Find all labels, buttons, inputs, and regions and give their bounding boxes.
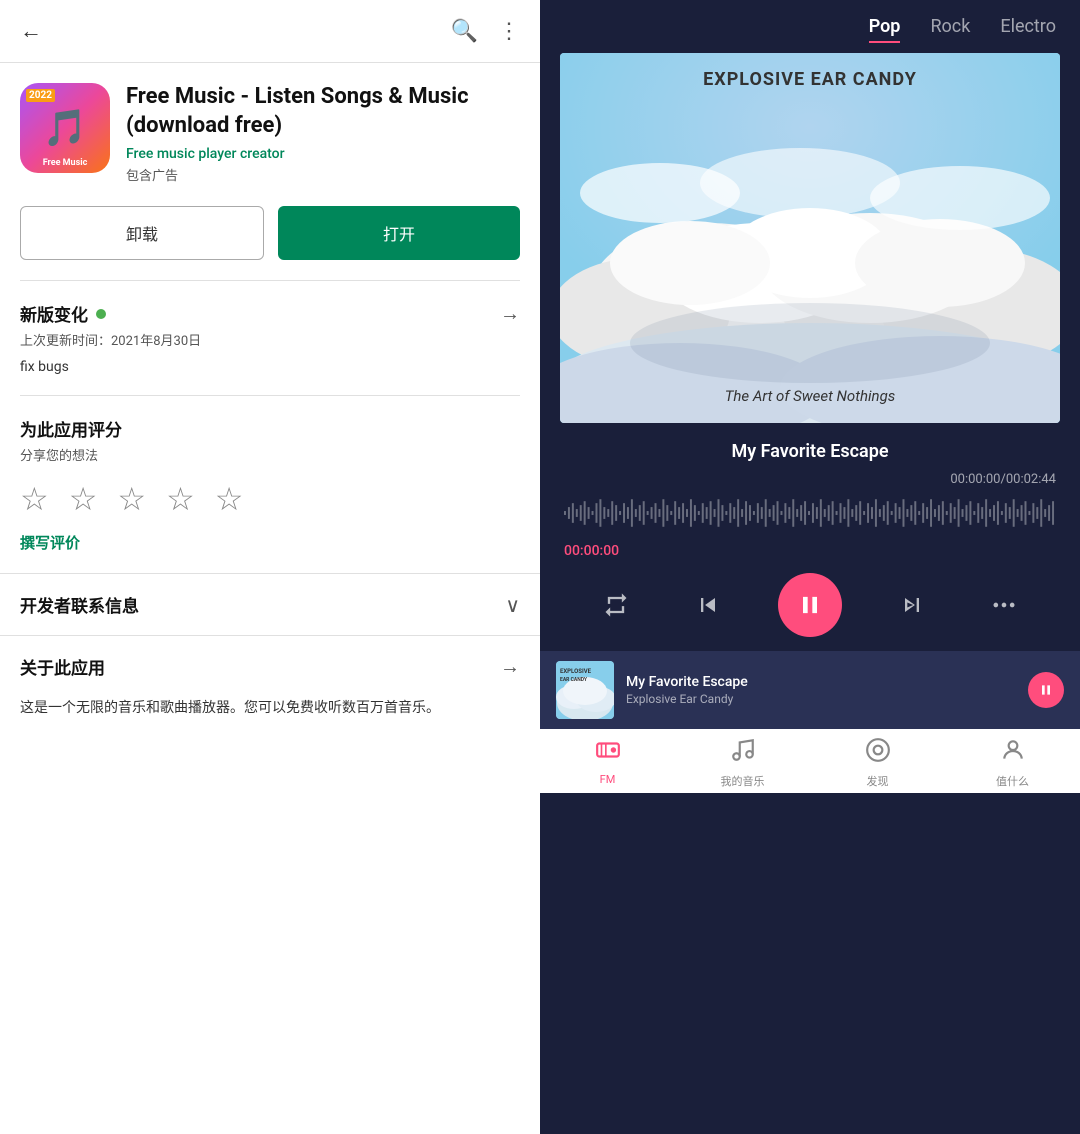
discover-icon (865, 737, 891, 769)
nav-label-fm: FM (600, 773, 616, 786)
tab-electro[interactable]: Electro (1000, 16, 1056, 43)
repeat-button[interactable] (594, 583, 638, 627)
about-title: 关于此应用 (20, 654, 105, 679)
tab-rock[interactable]: Rock (930, 16, 970, 43)
app-developer: Free music player creator (126, 146, 520, 162)
genre-tabs: Pop Rock Electro (540, 0, 1080, 53)
write-review-link[interactable]: 撰写评价 (20, 532, 520, 553)
song-info: My Favorite Escape (540, 423, 1080, 468)
rating-subtitle: 分享您的想法 (20, 445, 520, 464)
previous-button[interactable] (686, 583, 730, 627)
album-art-container: EXPLOSIVE EAR CANDY The Art of Sweet Not… (540, 53, 1080, 423)
music-note-icon: 🎵 (43, 107, 88, 149)
mini-song-info: My Favorite Escape Explosive Ear Candy (626, 674, 1016, 706)
mini-album-art: EXPLOSIVE EAR CANDY (556, 661, 614, 719)
playstore-panel: ← 🔍 ⋮ 2022 🎵 Free Music Free Music - Lis… (0, 0, 540, 1134)
waveform-container[interactable] (540, 487, 1080, 539)
app-info: Free Music - Listen Songs & Music (downl… (126, 83, 520, 184)
more-options-button[interactable] (982, 583, 1026, 627)
song-title: My Favorite Escape (564, 441, 1056, 462)
music-app-panel: Pop Rock Electro (540, 0, 1080, 1134)
rating-title: 为此应用评分 (20, 416, 520, 441)
tab-pop[interactable]: Pop (869, 16, 901, 43)
nav-item-discover[interactable]: 发现 (810, 737, 945, 789)
search-icon[interactable]: 🔍 (451, 19, 478, 44)
changelog-title: 新版变化 (20, 301, 106, 326)
album-subtitle: The Art of Sweet Nothings (560, 387, 1060, 405)
stars-row: ☆ ☆ ☆ ☆ ☆ (20, 480, 520, 518)
top-bar: ← 🔍 ⋮ (0, 0, 540, 63)
my-music-icon (730, 737, 756, 769)
changelog-section: 新版变化 → 上次更新时间：2021年8月30日 fix bugs (0, 281, 540, 395)
back-button[interactable]: ← (20, 18, 42, 44)
developer-chevron[interactable]: ∨ (505, 593, 520, 617)
star-3[interactable]: ☆ (117, 480, 146, 518)
app-ads: 包含广告 (126, 165, 520, 184)
nav-label-my-music: 我的音乐 (721, 773, 765, 789)
svg-text:EXPLOSIVE: EXPLOSIVE (560, 668, 592, 675)
about-arrow[interactable]: → (500, 654, 520, 679)
action-buttons: 卸载 打开 (0, 194, 540, 280)
album-art: EXPLOSIVE EAR CANDY The Art of Sweet Not… (560, 53, 1060, 423)
fm-icon (595, 737, 621, 769)
app-year-badge: 2022 (26, 89, 55, 102)
app-header: 2022 🎵 Free Music Free Music - Listen So… (0, 63, 540, 194)
play-pause-button[interactable] (778, 573, 842, 637)
rating-section: 为此应用评分 分享您的想法 ☆ ☆ ☆ ☆ ☆ 撰写评价 (0, 396, 540, 573)
nav-item-my-music[interactable]: 我的音乐 (675, 737, 810, 789)
app-icon-label: Free Music (43, 158, 88, 168)
about-description: 这是一个无限的音乐和歌曲播放器。您可以免费收听数百万首音乐。 (0, 697, 540, 739)
mini-pause-button[interactable] (1028, 672, 1064, 708)
app-icon: 2022 🎵 Free Music (20, 83, 110, 173)
nav-item-profile[interactable]: 值什么 (945, 737, 1080, 789)
more-icon[interactable]: ⋮ (498, 19, 520, 44)
star-1[interactable]: ☆ (20, 480, 49, 518)
album-title: EXPLOSIVE EAR CANDY (560, 69, 1060, 90)
open-button[interactable]: 打开 (278, 206, 520, 260)
developer-title: 开发者联系信息 (20, 592, 139, 617)
svg-text:EAR CANDY: EAR CANDY (560, 677, 588, 683)
song-time: 00:00:00/00:02:44 (540, 468, 1080, 487)
top-bar-left: ← (20, 18, 42, 44)
changelog-text: fix bugs (20, 359, 520, 375)
nav-label-discover: 发现 (867, 773, 889, 789)
changelog-arrow[interactable]: → (500, 301, 520, 326)
nav-label-profile: 值什么 (996, 773, 1029, 789)
star-5[interactable]: ☆ (215, 480, 244, 518)
app-title: Free Music - Listen Songs & Music (downl… (126, 83, 520, 140)
top-bar-icons: 🔍 ⋮ (451, 19, 520, 44)
star-4[interactable]: ☆ (166, 480, 195, 518)
developer-section[interactable]: 开发者联系信息 ∨ (0, 573, 540, 635)
nav-item-fm[interactable]: FM (540, 737, 675, 789)
mini-artist: Explosive Ear Candy (626, 692, 1016, 706)
next-button[interactable] (890, 583, 934, 627)
playback-controls (540, 563, 1080, 651)
changelog-header: 新版变化 → (20, 301, 520, 326)
bottom-nav: FM 我的音乐 发现 (540, 729, 1080, 793)
mini-song-title: My Favorite Escape (626, 674, 1016, 690)
green-dot (96, 309, 106, 319)
changelog-date: 上次更新时间：2021年8月30日 (20, 330, 520, 349)
star-2[interactable]: ☆ (69, 480, 98, 518)
current-time: 00:00:00 (540, 539, 1080, 563)
mini-player[interactable]: EXPLOSIVE EAR CANDY My Favorite Escape E… (540, 651, 1080, 729)
about-section[interactable]: 关于此应用 → (0, 635, 540, 697)
uninstall-button[interactable]: 卸载 (20, 206, 264, 260)
profile-icon (1000, 737, 1026, 769)
